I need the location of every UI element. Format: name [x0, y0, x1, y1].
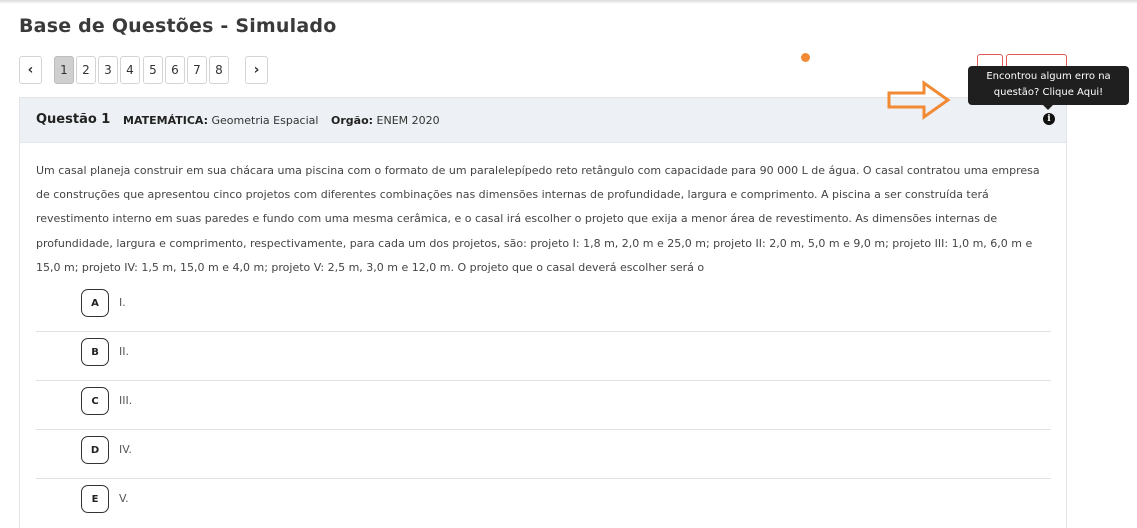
option-a[interactable]: A I. — [36, 283, 1051, 332]
prev-page-button[interactable]: ‹ — [19, 56, 42, 84]
option-e[interactable]: E V. — [36, 479, 1051, 528]
option-b[interactable]: B II. — [36, 332, 1051, 381]
org-value: ENEM 2020 — [376, 114, 440, 127]
option-letter[interactable]: D — [81, 436, 109, 464]
next-page-button[interactable]: › — [245, 56, 268, 84]
option-text: III. — [119, 394, 133, 407]
option-text: I. — [119, 296, 126, 309]
option-text: II. — [119, 345, 129, 358]
question-card: Questão 1 MATEMÁTICA: Geometria Espacial… — [19, 97, 1067, 528]
page-button-5[interactable]: 5 — [143, 56, 163, 84]
arrow-right-icon — [887, 80, 951, 120]
page-button-1[interactable]: 1 — [54, 56, 74, 84]
subject-value: Geometria Espacial — [211, 114, 319, 127]
top-shadow — [0, 0, 1137, 4]
page-button-4[interactable]: 4 — [120, 56, 140, 84]
question-text: Um casal planeja construir em sua chácar… — [36, 164, 1040, 274]
orange-dot-marker — [801, 53, 810, 62]
page-button-6[interactable]: 6 — [165, 56, 185, 84]
option-letter[interactable]: B — [81, 338, 109, 366]
chevron-right-icon: › — [253, 62, 260, 78]
tooltip-line-2: questão? Clique Aqui! — [993, 87, 1104, 98]
page-button-3[interactable]: 3 — [98, 56, 118, 84]
subject-label: MATEMÁTICA: — [123, 114, 209, 127]
page-button-8[interactable]: 8 — [209, 56, 229, 84]
option-text: IV. — [119, 443, 132, 456]
question-number: Questão 1 — [36, 112, 111, 127]
question-org: Orgão: ENEM 2020 — [331, 114, 440, 127]
option-c[interactable]: C III. — [36, 381, 1051, 430]
option-letter[interactable]: E — [81, 485, 109, 513]
option-d[interactable]: D IV. — [36, 430, 1051, 479]
option-letter[interactable]: C — [81, 387, 109, 415]
option-text: V. — [119, 492, 129, 505]
tooltip-line-1: Encontrou algum erro na — [986, 71, 1111, 82]
page-button-2[interactable]: 2 — [76, 56, 96, 84]
report-error-tooltip: Encontrou algum erro na questão? Clique … — [968, 66, 1129, 110]
option-letter[interactable]: A — [81, 289, 109, 317]
chevron-left-icon: ‹ — [27, 62, 34, 78]
org-label: Orgão: — [331, 114, 374, 127]
info-icon[interactable]: i — [1043, 113, 1055, 125]
page-title: Base de Questões - Simulado — [19, 15, 337, 37]
page-button-7[interactable]: 7 — [187, 56, 207, 84]
question-subject: MATEMÁTICA: Geometria Espacial — [123, 114, 318, 127]
